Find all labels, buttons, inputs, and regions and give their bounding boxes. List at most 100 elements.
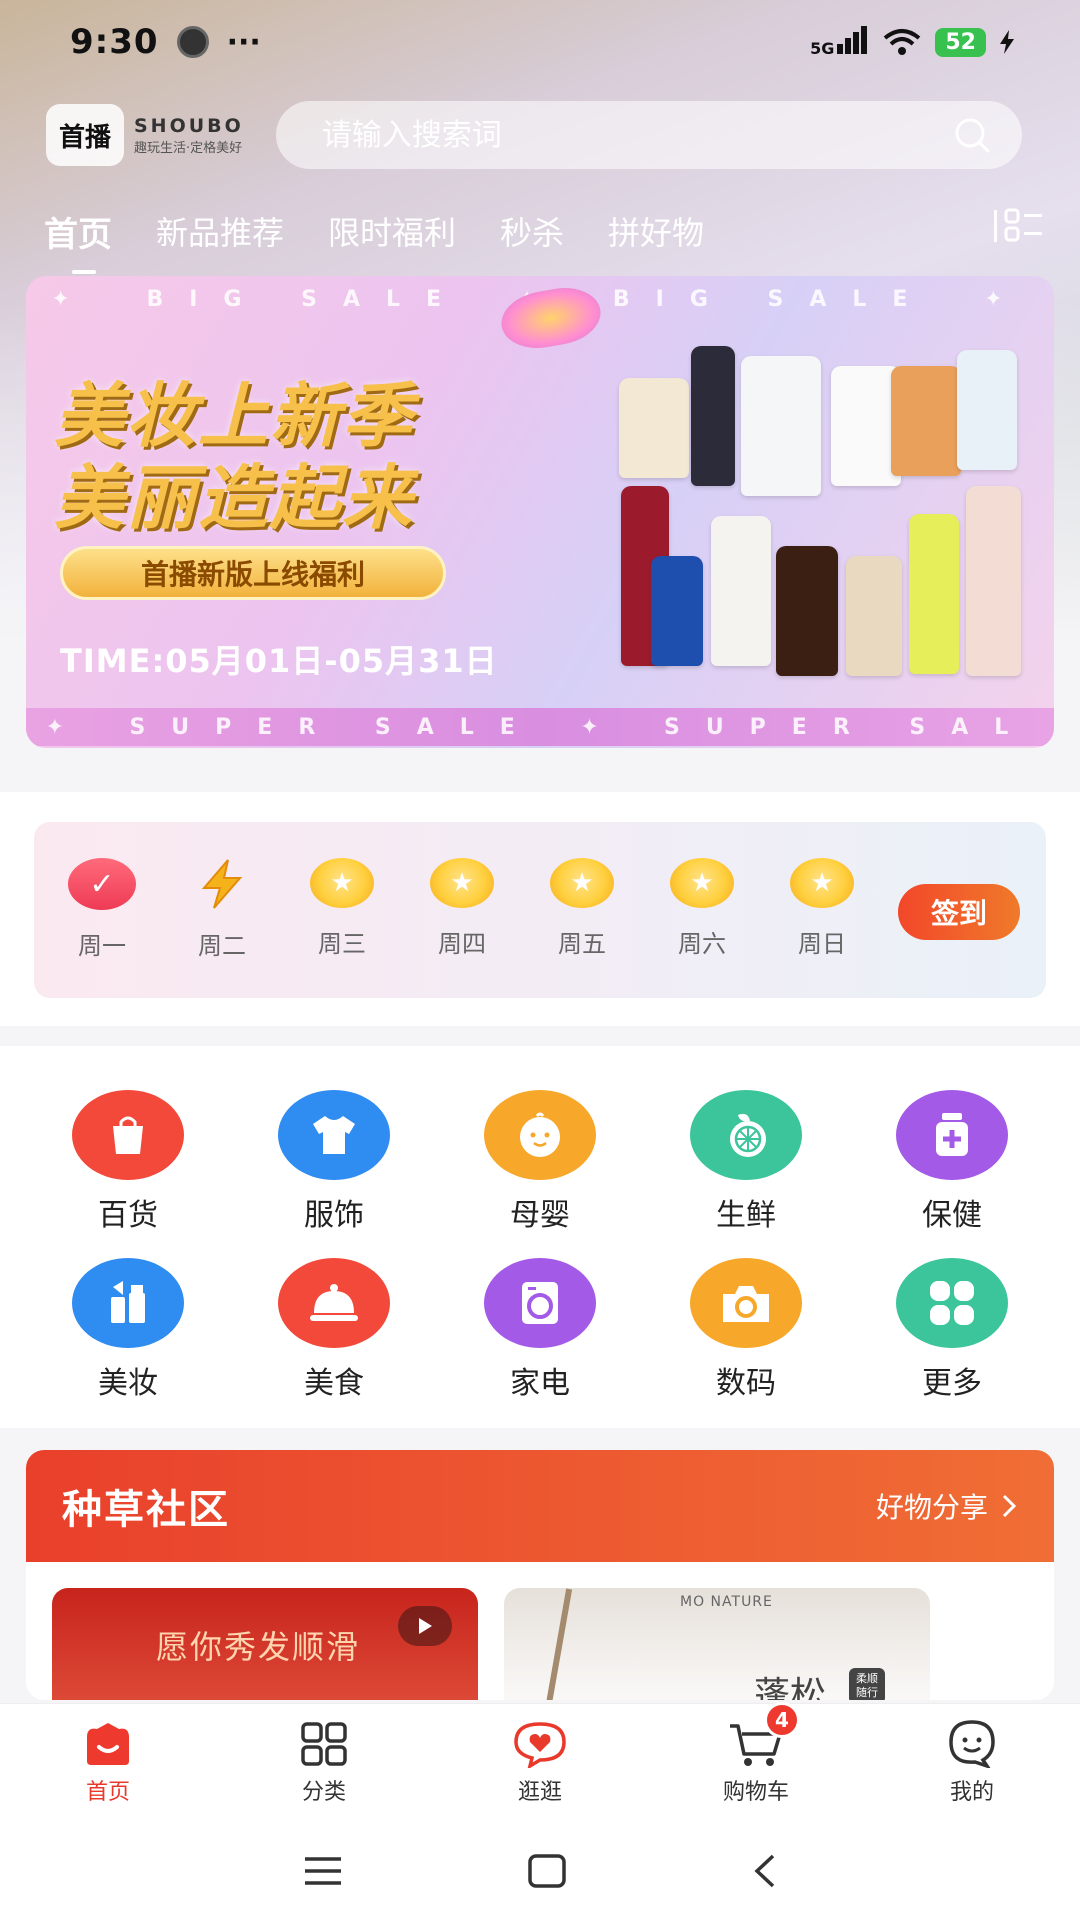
menu-icon[interactable]	[303, 1856, 343, 1886]
tab-flash-sale[interactable]: 秒杀	[500, 208, 564, 254]
community-post-card[interactable]: 愿你秀发顺滑	[52, 1588, 478, 1700]
checkin-day: ★ 周三	[302, 858, 382, 959]
tab-menu-icon[interactable]	[992, 206, 1044, 246]
tab-limited-offers[interactable]: 限时福利	[328, 208, 456, 254]
nav-category[interactable]: 分类	[244, 1720, 404, 1806]
wifi-icon	[884, 29, 921, 55]
banner-time: TIME:05月01日-05月31日	[60, 642, 498, 680]
post-seal: 柔顺 随行	[849, 1668, 885, 1700]
day-label: 周日	[798, 930, 846, 958]
tab-group-buy[interactable]: 拼好物	[608, 208, 704, 254]
promo-banner[interactable]: ✦ BIG SALE ✦ BIG SALE ✦ 美妆上新季 美丽造起来 首播新版…	[26, 276, 1054, 748]
home-icon	[80, 1720, 136, 1768]
product-image	[619, 378, 689, 478]
status-time: 9:30	[70, 22, 159, 62]
back-icon[interactable]	[751, 1854, 777, 1888]
category-item[interactable]: 生鲜	[676, 1090, 816, 1234]
nav-browse[interactable]: 逛逛	[460, 1720, 620, 1806]
search-input[interactable]	[321, 117, 882, 153]
profile-icon	[944, 1720, 1000, 1768]
battery-level: 52	[935, 27, 986, 57]
checkin-day: ★ 周六	[662, 858, 742, 959]
lightning-icon	[190, 858, 254, 910]
search-icon[interactable]	[952, 115, 992, 155]
banner-strip-text: SUPER SAL	[663, 714, 1035, 740]
home-square-icon[interactable]	[528, 1854, 566, 1888]
banner-strip-bottom: ✦ SUPER SALE ✦ SUPER SAL	[26, 708, 1054, 746]
category-label: 美妆	[98, 1366, 158, 1401]
banner-strip-text: SUPER SALE	[129, 714, 541, 740]
coin-icon: ★	[430, 858, 494, 908]
product-image	[891, 366, 961, 476]
category-label: 更多	[922, 1366, 982, 1401]
search-bar[interactable]	[275, 101, 1022, 169]
community-title: 种草社区	[62, 1487, 230, 1533]
day-label: 周三	[318, 930, 366, 958]
checkin-day: ★ 周四	[422, 858, 502, 959]
tab-new-products[interactable]: 新品推荐	[156, 208, 284, 254]
logo-slogan: 趣玩生活·定格美好	[134, 140, 243, 156]
signal-bars	[837, 26, 869, 58]
banner-strip-text: BIG SALE	[612, 286, 934, 312]
product-image	[651, 556, 703, 666]
category-grid: 百货 服饰 母婴 生鲜 保健 美妆 美食 家电 数码 更多	[0, 1046, 1080, 1428]
category-item[interactable]: 美食	[264, 1258, 404, 1402]
category-item[interactable]: 更多	[882, 1258, 1022, 1402]
coin-icon: ★	[310, 858, 374, 908]
day-label: 周六	[678, 930, 726, 958]
product-image	[691, 346, 735, 486]
banner-star: ✦	[51, 286, 96, 312]
category-label: 数码	[716, 1366, 776, 1401]
app-header: 首播 SHOUBO 趣玩生活·定格美好	[46, 100, 1036, 170]
lemon-icon	[690, 1090, 802, 1180]
product-image	[776, 546, 838, 676]
checkin-day: ✓ 周一	[62, 858, 142, 961]
network-type: 5G	[810, 39, 835, 58]
tab-home[interactable]: 首页	[44, 207, 112, 274]
play-icon[interactable]	[398, 1606, 452, 1646]
shopping-bag-icon	[72, 1090, 184, 1180]
cosmetics-icon	[72, 1258, 184, 1348]
baby-face-icon	[484, 1090, 596, 1180]
category-item[interactable]: 百货	[58, 1090, 198, 1234]
community-more-label: 好物分享	[875, 1491, 988, 1524]
category-label: 保健	[922, 1198, 982, 1233]
category-item[interactable]: 家电	[470, 1258, 610, 1402]
community-post-card[interactable]: MO NATURE 蓬松 柔顺 随行	[504, 1588, 930, 1700]
category-item[interactable]: 母婴	[470, 1090, 610, 1234]
post-brand: MO NATURE	[680, 1594, 773, 1610]
coin-icon: ★	[670, 858, 734, 908]
category-item[interactable]: 美妆	[58, 1258, 198, 1402]
checked-icon: ✓	[68, 858, 136, 910]
banner-star: ✦	[45, 714, 91, 740]
product-image	[741, 356, 821, 496]
product-image	[966, 486, 1021, 676]
status-left: 9:30 ···	[70, 22, 261, 62]
banner-star: ✦	[580, 714, 625, 740]
nav-label: 我的	[949, 1780, 994, 1805]
nav-label: 分类	[301, 1780, 346, 1805]
category-item[interactable]: 保健	[882, 1090, 1022, 1234]
tshirt-icon	[278, 1090, 390, 1180]
checkin-card: ✓ 周一 周二 ★ 周三 ★ 周四 ★ 周五 ★ 周六 ★ 周日 签到	[34, 822, 1046, 998]
nav-home[interactable]: 首页	[28, 1720, 188, 1806]
category-label: 家电	[510, 1366, 570, 1401]
category-item[interactable]: 服饰	[264, 1090, 404, 1234]
day-label: 周四	[438, 930, 486, 958]
nav-label: 购物车	[722, 1780, 789, 1805]
product-image	[711, 516, 771, 666]
product-image	[957, 350, 1017, 470]
nav-cart[interactable]: 4 购物车	[676, 1702, 836, 1806]
category-label: 生鲜	[716, 1198, 776, 1233]
community-more-link[interactable]: 好物分享	[876, 1486, 1016, 1526]
coin-icon: ★	[550, 858, 614, 908]
sign-in-button[interactable]: 签到	[898, 884, 1020, 940]
product-image	[909, 514, 959, 674]
category-label: 服饰	[304, 1198, 364, 1233]
heart-chat-icon	[512, 1720, 568, 1768]
charging-icon	[1000, 30, 1014, 54]
coin-icon: ★	[790, 858, 854, 908]
nav-profile[interactable]: 我的	[892, 1720, 1052, 1806]
logo-english: SHOUBO	[134, 114, 244, 137]
category-item[interactable]: 数码	[676, 1258, 816, 1402]
